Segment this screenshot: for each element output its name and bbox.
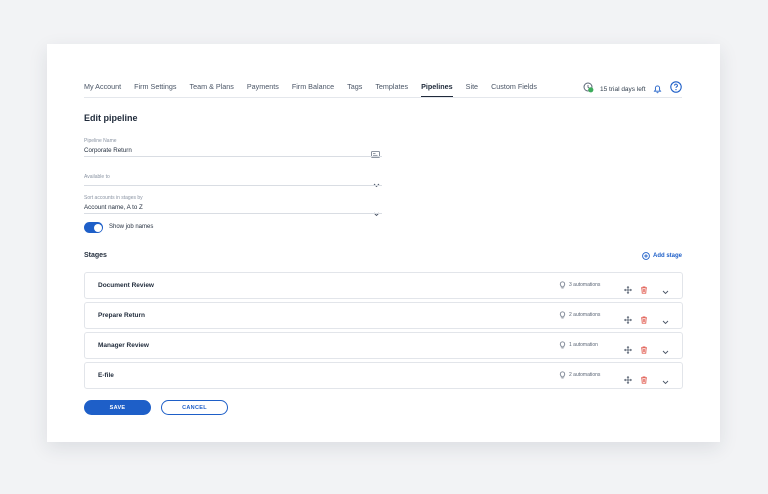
nav-site[interactable]: Site [466,82,478,97]
stage-automations[interactable]: 2 automations [559,371,600,379]
settings-nav: My Account Firm Settings Team & Plans Pa… [84,82,550,97]
lightbulb-icon [559,341,566,349]
nav-payments[interactable]: Payments [247,82,279,97]
id-card-icon [371,145,380,163]
automation-count: 1 automation [569,342,598,348]
move-icon[interactable] [624,341,632,359]
add-stage-button[interactable]: Add stage [642,252,682,260]
nav-team-plans[interactable]: Team & Plans [190,82,234,97]
chevron-down-icon [373,175,380,193]
trial-clock-icon [583,80,594,98]
trash-icon[interactable] [640,371,648,389]
available-to-underline [84,185,382,186]
available-to-select[interactable]: Available to [84,174,382,188]
sort-select[interactable]: Sort accounts in stages by Account name,… [84,195,382,217]
settings-card: My Account Firm Settings Team & Plans Pa… [47,44,720,442]
trash-icon[interactable] [640,341,648,359]
trash-icon[interactable] [640,281,648,299]
automation-count: 2 automations [569,372,601,378]
pipeline-name-underline [84,156,382,157]
pipeline-name-value[interactable]: Corporate Return [84,147,382,154]
stage-name: Prepare Return [98,312,145,319]
stage-row[interactable]: Manager Review 1 automation [84,332,683,359]
sort-underline [84,213,382,214]
nav-custom-fields[interactable]: Custom Fields [491,82,537,97]
plus-circle-icon [642,252,650,260]
pipeline-name-label: Pipeline Name [84,138,117,144]
move-icon[interactable] [624,281,632,299]
show-job-names-toggle[interactable] [84,222,103,233]
nav-my-account[interactable]: My Account [84,82,121,97]
stage-automations[interactable]: 1 automation [559,341,598,349]
stage-row[interactable]: Document Review 3 automations [84,272,683,299]
automation-count: 3 automations [569,282,601,288]
show-job-names-label: Show job names [109,224,154,230]
add-stage-label: Add stage [653,253,683,259]
chevron-down-icon[interactable] [662,312,669,330]
stages-heading: Stages [84,252,107,259]
page-title: Edit pipeline [84,113,138,123]
stage-name: E-file [98,372,114,379]
lightbulb-icon [559,371,566,379]
nav-firm-settings[interactable]: Firm Settings [134,82,176,97]
lightbulb-icon [559,281,566,289]
stage-row[interactable]: Prepare Return 2 automations [84,302,683,329]
chevron-down-icon[interactable] [662,342,669,360]
cancel-button[interactable]: CANCEL [161,400,228,415]
nav-firm-balance[interactable]: Firm Balance [292,82,334,97]
trial-text: 15 trial days left [600,85,646,93]
stage-automations[interactable]: 2 automations [559,311,600,319]
chevron-down-icon[interactable] [662,282,669,300]
nav-pipelines[interactable]: Pipelines [421,82,453,97]
save-button[interactable]: SAVE [84,400,151,415]
stage-name: Document Review [98,282,154,289]
move-icon[interactable] [624,311,632,329]
automation-count: 2 automations [569,312,601,318]
available-to-label: Available to [84,174,110,180]
trash-icon[interactable] [640,311,648,329]
pipeline-name-field[interactable]: Pipeline Name Corporate Return [84,138,382,158]
chevron-down-icon[interactable] [662,372,669,390]
nav-tags[interactable]: Tags [347,82,362,97]
toggle-knob [93,223,102,232]
bell-icon[interactable] [653,81,662,99]
stage-row[interactable]: E-file 2 automations [84,362,683,389]
nav-templates[interactable]: Templates [375,82,408,97]
trial-indicator[interactable]: 15 trial days left [583,80,646,98]
lightbulb-icon [559,311,566,319]
help-icon[interactable] [670,80,682,98]
stage-automations[interactable]: 3 automations [559,281,600,289]
move-icon[interactable] [624,371,632,389]
sort-label: Sort accounts in stages by [84,195,143,201]
sort-value: Account name, A to Z [84,204,143,211]
stage-name: Manager Review [98,342,149,349]
